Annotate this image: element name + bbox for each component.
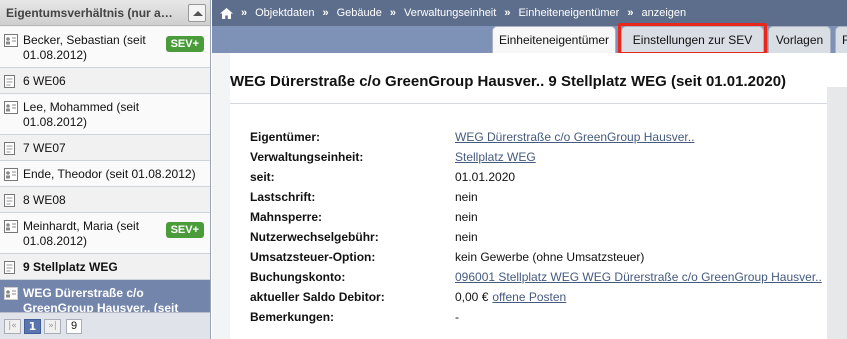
list-item-we07[interactable]: 7 WE07 [0,135,210,161]
field-value: 01.01.2020 [455,170,516,184]
tab-einheiteneigentuemer[interactable]: Einheiteneigentümer [492,26,616,53]
field-value: nein [455,210,478,224]
field-label: seit: [250,170,275,184]
field-value: - [455,310,459,324]
breadcrumb-verwaltungseinheit[interactable]: Verwaltungseinheit [404,7,496,19]
person-card-icon [4,101,18,114]
list-item-label: 8 WE08 [23,193,66,207]
field-row: Bemerkungen: - [250,307,830,327]
list-item-meinhardt[interactable]: Meinhardt, Maria (seit 01.08.2012) SEV+ [0,213,210,254]
sidebar-filter-dropdown-button[interactable] [188,3,206,22]
list-item-label: 6 WE06 [23,74,66,88]
pager-last-button[interactable]: »| [44,318,61,334]
main-content: WEG Dürerstraße c/o GreenGroup Hausver..… [212,53,847,339]
app-root: Eigentumsverhältnis (nur aktuel... Becke… [0,0,847,339]
field-row: Lastschrift: nein [250,187,830,207]
person-card-icon [4,168,18,181]
breadcrumb-separator: » [389,7,396,19]
owner-link[interactable]: WEG Dürerstraße c/o GreenGroup Hausver.. [455,130,694,144]
tab-more[interactable]: F [835,26,847,53]
sidebar: Eigentumsverhältnis (nur aktuel... Becke… [0,0,211,339]
breadcrumb-einheiteneigentuemer[interactable]: Einheiteneigentümer [518,7,619,19]
scrollbar[interactable] [827,87,847,339]
unit-document-icon [4,261,15,274]
unit-document-icon [4,142,15,155]
pager-current-page[interactable]: 1 [24,318,41,334]
field-label: Umsatzsteuer-Option: [250,250,376,264]
field-label: Eigentümer: [250,130,321,144]
booking-account-link[interactable]: 096001 Stellplatz WEG WEG Dürerstraße c/… [455,270,822,284]
list-item-we06[interactable]: 6 WE06 [0,68,210,94]
field-row: Buchungskonto: 096001 Stellplatz WEG WEG… [250,267,830,287]
field-value: kein Gewerbe (ohne Umsatzsteuer) [455,250,645,264]
open-items-link[interactable]: offene Posten [492,290,566,304]
highlight-box [618,23,767,55]
list-item-label: 7 WE07 [23,141,66,155]
field-row: Verwaltungseinheit: Stellplatz WEG [250,147,830,167]
sidebar-header-title: Eigentumsverhältnis (nur aktuel... [6,5,174,20]
management-unit-link[interactable]: Stellplatz WEG [455,150,536,164]
field-label: Bemerkungen: [250,310,335,324]
divider [230,103,847,104]
list-item-becker[interactable]: Becker, Sebastian (seit 01.08.2012) SEV+ [0,27,210,68]
unit-document-icon [4,75,15,88]
field-row: aktueller Saldo Debitor: 0,00 € offene P… [250,287,830,307]
breadcrumb-separator: » [627,7,634,19]
sev-plus-badge: SEV+ [165,36,204,52]
page-title: WEG Dürerstraße c/o GreenGroup Hausver..… [230,73,787,90]
sidebar-header: Eigentumsverhältnis (nur aktuel... [0,0,210,26]
list-item-label: Ende, Theodor (seit 01.08.2012) [23,167,196,181]
field-value: nein [455,190,478,204]
sev-plus-badge: SEV+ [165,222,204,238]
person-card-icon [4,220,18,233]
breadcrumb-separator: » [241,7,248,19]
detail-fields: Eigentümer: WEG Dürerstraße c/o GreenGro… [250,127,830,327]
breadcrumb-objektdaten[interactable]: Objektdaten [255,7,314,19]
field-label: Nutzerwechselgebühr: [250,230,379,244]
unit-document-icon [4,194,15,207]
field-row: seit: 01.01.2020 [250,167,830,187]
list-item-label: Lee, Mohammed (seit 01.08.2012) [23,100,140,129]
field-label: Mahnsperre: [250,210,323,224]
list-item-label: Becker, Sebastian (seit 01.08.2012) [23,33,146,62]
list-item-we08[interactable]: 8 WE08 [0,187,210,213]
pager-first-button[interactable]: |« [4,318,21,334]
pager-item-count: 9 [66,318,82,334]
breadcrumb-separator: » [322,7,329,19]
field-label: aktueller Saldo Debitor: [250,290,385,304]
home-icon[interactable] [220,7,233,19]
field-value: nein [455,230,478,244]
field-label: Buchungskonto: [250,270,346,284]
list-item-label: Meinhardt, Maria (seit 01.08.2012) [23,219,140,248]
person-card-icon [4,287,18,300]
list-item-ende[interactable]: Ende, Theodor (seit 01.08.2012) [0,161,210,187]
field-row: Nutzerwechselgebühr: nein [250,227,830,247]
breadcrumb-anzeigen: anzeigen [641,7,687,19]
field-row: Umsatzsteuer-Option: kein Gewerbe (ohne … [250,247,830,267]
list-item-label: 9 Stellplatz WEG [23,260,118,274]
field-row: Mahnsperre: nein [250,207,830,227]
breadcrumb-separator: » [504,7,511,19]
field-label: Verwaltungseinheit: [250,150,364,164]
person-card-icon [4,34,18,47]
list-item-stellplatz[interactable]: 9 Stellplatz WEG [0,254,210,280]
breadcrumb-gebaeude[interactable]: Gebäude [337,7,382,19]
list-item-lee[interactable]: Lee, Mohammed (seit 01.08.2012) [0,94,210,135]
field-value: 0,00 € [455,290,489,304]
sidebar-list: Becker, Sebastian (seit 01.08.2012) SEV+… [0,27,210,336]
detail-panel: WEG Dürerstraße c/o GreenGroup Hausver..… [230,53,847,339]
sidebar-pager: |« 1 »| 9 [0,312,210,339]
field-label: Lastschrift: [250,190,316,204]
field-row: Eigentümer: WEG Dürerstraße c/o GreenGro… [250,127,830,147]
tab-vorlagen[interactable]: Vorlagen [768,26,831,53]
